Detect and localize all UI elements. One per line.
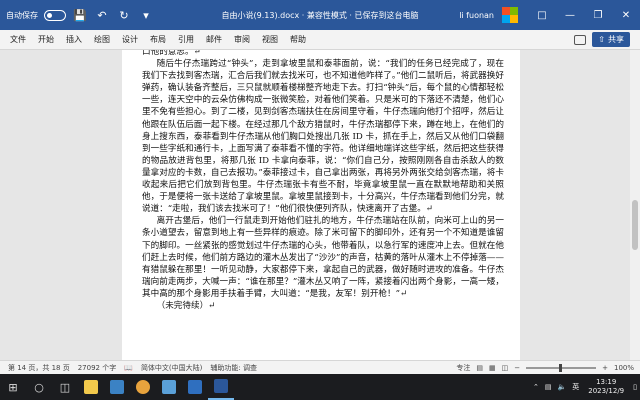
minimize-icon[interactable]: — bbox=[556, 0, 584, 30]
status-bar: 第 14 页，共 18 页 27092 个字 📖 简体中文(中国大陆) 辅助功能… bbox=[0, 360, 640, 374]
title-bar: 自动保存 💾 ↶ ↻ ▾ 自由小说(9.13).docx · 兼容性模式 · 已… bbox=[0, 0, 640, 30]
ime-indicator[interactable]: 英 bbox=[569, 382, 582, 392]
focus-mode[interactable]: 专注 bbox=[456, 363, 470, 373]
autosave-toggle[interactable] bbox=[44, 9, 66, 21]
proofing-icon[interactable]: 📖 bbox=[124, 364, 133, 372]
comments-icon[interactable] bbox=[574, 34, 587, 45]
clock-time: 13:19 bbox=[596, 378, 617, 386]
share-icon: ⇧ bbox=[598, 35, 605, 44]
word-count[interactable]: 27092 个字 bbox=[78, 363, 117, 373]
photos-icon[interactable] bbox=[156, 374, 182, 400]
tab-references[interactable]: 引用 bbox=[172, 34, 200, 45]
save-icon[interactable]: 💾 bbox=[72, 7, 88, 23]
close-icon[interactable]: ✕ bbox=[612, 0, 640, 30]
document-area[interactable]: 口他的意思。↵ 随后牛仔杰瑞跨过“钟头”，走到拿坡里鼠和泰菲面前，说：“我们的任… bbox=[0, 50, 630, 360]
zoom-slider-thumb[interactable] bbox=[559, 364, 563, 372]
system-tray: ⌃ ▤ 🔈 英 13:19 2023/12/9 ▯ bbox=[530, 374, 640, 400]
zoom-in-icon[interactable]: + bbox=[602, 364, 608, 372]
paragraph: （未完待续）↵ bbox=[156, 300, 216, 311]
scrollbar-thumb[interactable] bbox=[632, 200, 638, 250]
ribbon-tabs: 文件 开始 插入 绘图 设计 布局 引用 邮件 审阅 视图 帮助 ⇧ 共享 bbox=[0, 30, 640, 50]
taskbar: ⊞ ○ ◫ ⌃ ▤ 🔈 英 13:19 2023/12/9 ▯ bbox=[0, 374, 640, 400]
customize-toolbar-icon[interactable]: ▾ bbox=[138, 7, 154, 23]
zoom-out-icon[interactable]: − bbox=[514, 364, 520, 372]
tab-design[interactable]: 设计 bbox=[116, 34, 144, 45]
paragraph: 口他的意思。↵ bbox=[142, 50, 201, 57]
clock[interactable]: 13:19 2023/12/9 bbox=[582, 378, 630, 396]
print-layout-icon[interactable]: ▦ bbox=[489, 364, 496, 372]
user-avatar[interactable] bbox=[502, 7, 518, 23]
redo-icon[interactable]: ↻ bbox=[116, 7, 132, 23]
network-icon[interactable]: ▤ bbox=[542, 383, 555, 391]
tab-file[interactable]: 文件 bbox=[0, 34, 32, 45]
zoom-slider[interactable] bbox=[526, 364, 597, 372]
tab-home[interactable]: 开始 bbox=[32, 34, 60, 45]
store-icon[interactable] bbox=[104, 374, 130, 400]
task-view-icon[interactable]: ◫ bbox=[52, 374, 78, 400]
tab-help[interactable]: 帮助 bbox=[284, 34, 312, 45]
notification-icon[interactable]: ▯ bbox=[630, 383, 640, 391]
page-count[interactable]: 第 14 页，共 18 页 bbox=[8, 363, 70, 373]
tab-review[interactable]: 审阅 bbox=[228, 34, 256, 45]
document-text[interactable]: 口他的意思。↵ 随后牛仔杰瑞跨过“钟头”，走到拿坡里鼠和泰菲面前，说：“我们的任… bbox=[142, 50, 504, 312]
paragraph: 离开古堡后，他们一行鼠走到开始他们驻扎的地方，牛仔杰瑞站在队前，向米可上山的另一… bbox=[142, 216, 504, 299]
vertical-scrollbar[interactable] bbox=[630, 50, 640, 360]
tab-layout[interactable]: 布局 bbox=[144, 34, 172, 45]
tray-expand-icon[interactable]: ⌃ bbox=[530, 383, 542, 391]
clock-date: 2023/12/9 bbox=[588, 387, 625, 395]
undo-icon[interactable]: ↶ bbox=[94, 7, 110, 23]
volume-icon[interactable]: 🔈 bbox=[555, 383, 570, 391]
file-explorer-icon[interactable] bbox=[78, 374, 104, 400]
tab-mailings[interactable]: 邮件 bbox=[200, 34, 228, 45]
language[interactable]: 简体中文(中国大陆) bbox=[141, 363, 202, 373]
tab-view[interactable]: 视图 bbox=[256, 34, 284, 45]
paragraph: 随后牛仔杰瑞跨过“钟头”，走到拿坡里鼠和泰菲面前，说：“我们的任务已经完成了，现… bbox=[142, 59, 504, 215]
word-icon[interactable] bbox=[208, 374, 234, 400]
accessibility-status[interactable]: 辅助功能: 调查 bbox=[210, 363, 257, 373]
user-name[interactable]: li fuonan bbox=[459, 11, 494, 20]
share-button[interactable]: ⇧ 共享 bbox=[592, 32, 630, 47]
document-page[interactable]: 口他的意思。↵ 随后牛仔杰瑞跨过“钟头”，走到拿坡里鼠和泰菲面前，说：“我们的任… bbox=[122, 50, 520, 360]
ribbon-display-icon[interactable]: □ bbox=[528, 0, 556, 30]
zoom-level[interactable]: 100% bbox=[614, 364, 634, 372]
web-layout-icon[interactable]: ◫ bbox=[502, 364, 509, 372]
search-icon[interactable]: ○ bbox=[26, 374, 52, 400]
mail-icon[interactable] bbox=[182, 374, 208, 400]
share-label: 共享 bbox=[608, 35, 624, 44]
read-mode-icon[interactable]: ▤ bbox=[476, 364, 483, 372]
tab-draw[interactable]: 绘图 bbox=[88, 34, 116, 45]
autosave-label: 自动保存 bbox=[6, 10, 38, 20]
maximize-icon[interactable]: ❐ bbox=[584, 0, 612, 30]
start-icon[interactable]: ⊞ bbox=[0, 374, 26, 400]
tab-insert[interactable]: 插入 bbox=[60, 34, 88, 45]
chrome-icon[interactable] bbox=[130, 374, 156, 400]
